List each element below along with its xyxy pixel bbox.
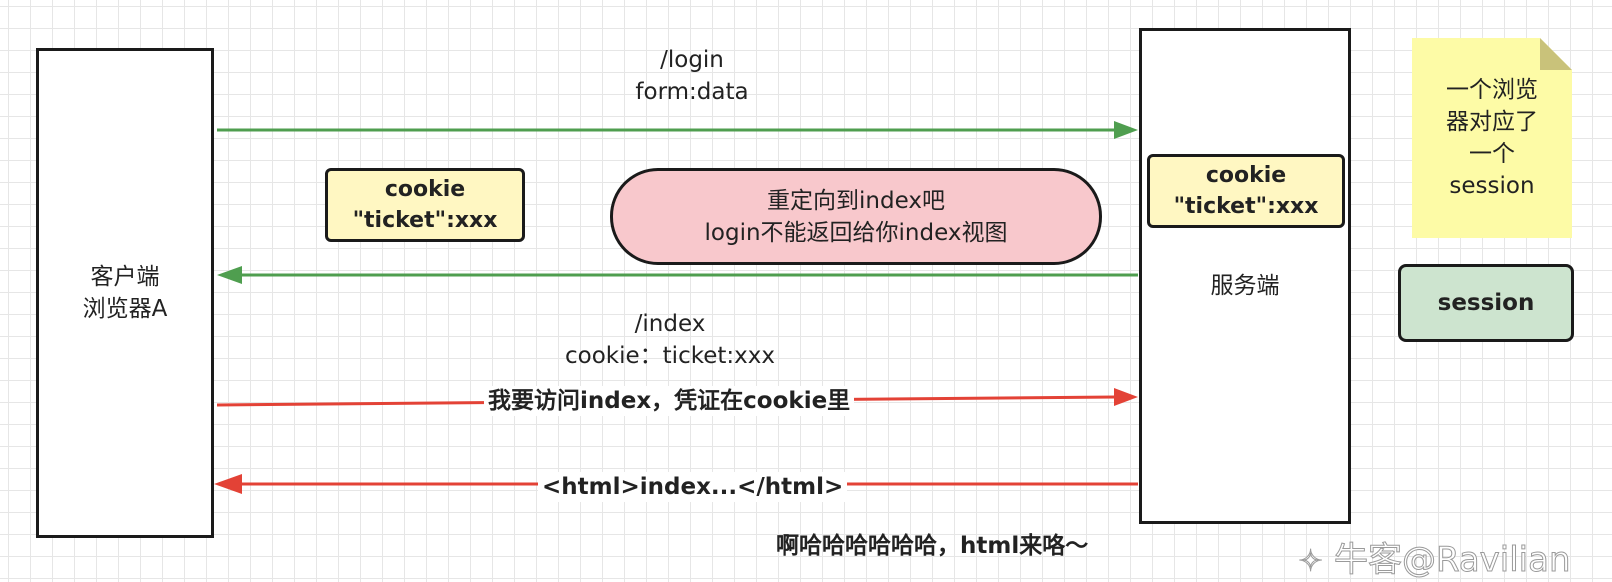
index-request-arrowhead <box>1114 388 1138 406</box>
sticky-note-line1: 一个浏览 <box>1446 77 1538 103</box>
cookie-tag-client-line2: "ticket":xxx <box>352 208 498 233</box>
session-label: session <box>1437 290 1535 316</box>
redirect-note-line2: login不能返回给你index视图 <box>704 219 1008 246</box>
visit-index-label: 我要访问index，凭证在cookie里 <box>484 386 855 416</box>
redirect-arrowhead <box>217 266 242 284</box>
login-form-data: form:data <box>635 79 749 105</box>
html-response-label: <html>index...</html> <box>538 472 848 502</box>
index-cookie: cookie：ticket:xxx <box>565 343 775 369</box>
watermark-logo-icon: ✧ <box>1297 544 1324 580</box>
login-request-label: /login form:data <box>612 44 772 108</box>
sticky-note-line3: 一个 <box>1469 141 1515 167</box>
cookie-tag-server: cookie "ticket":xxx <box>1147 154 1345 228</box>
index-request-label: /index cookie：ticket:xxx <box>540 308 800 372</box>
cookie-tag-client-line1: cookie <box>384 177 466 202</box>
sticky-note-line4: session <box>1449 173 1535 199</box>
cookie-tag-server-line2: "ticket":xxx <box>1173 194 1319 219</box>
login-path: /login <box>660 47 724 73</box>
watermark: ✧ 牛客@Ravilian <box>1297 532 1571 581</box>
watermark-text: 牛客@Ravilian <box>1333 540 1571 581</box>
cookie-tag-server-line1: cookie <box>1205 163 1287 188</box>
laugh-label: 啊哈哈哈哈哈哈，html来咯～ <box>776 533 1089 559</box>
login-arrowhead <box>1114 121 1138 139</box>
session-box: session <box>1398 264 1574 342</box>
redirect-note: 重定向到index吧 login不能返回给你index视图 <box>610 168 1102 265</box>
index-path: /index <box>634 311 706 337</box>
sticky-note-line2: 器对应了 <box>1446 109 1538 135</box>
cookie-tag-client: cookie "ticket":xxx <box>325 168 525 242</box>
response-arrowhead <box>214 474 242 494</box>
redirect-note-line1: 重定向到index吧 <box>767 187 945 214</box>
